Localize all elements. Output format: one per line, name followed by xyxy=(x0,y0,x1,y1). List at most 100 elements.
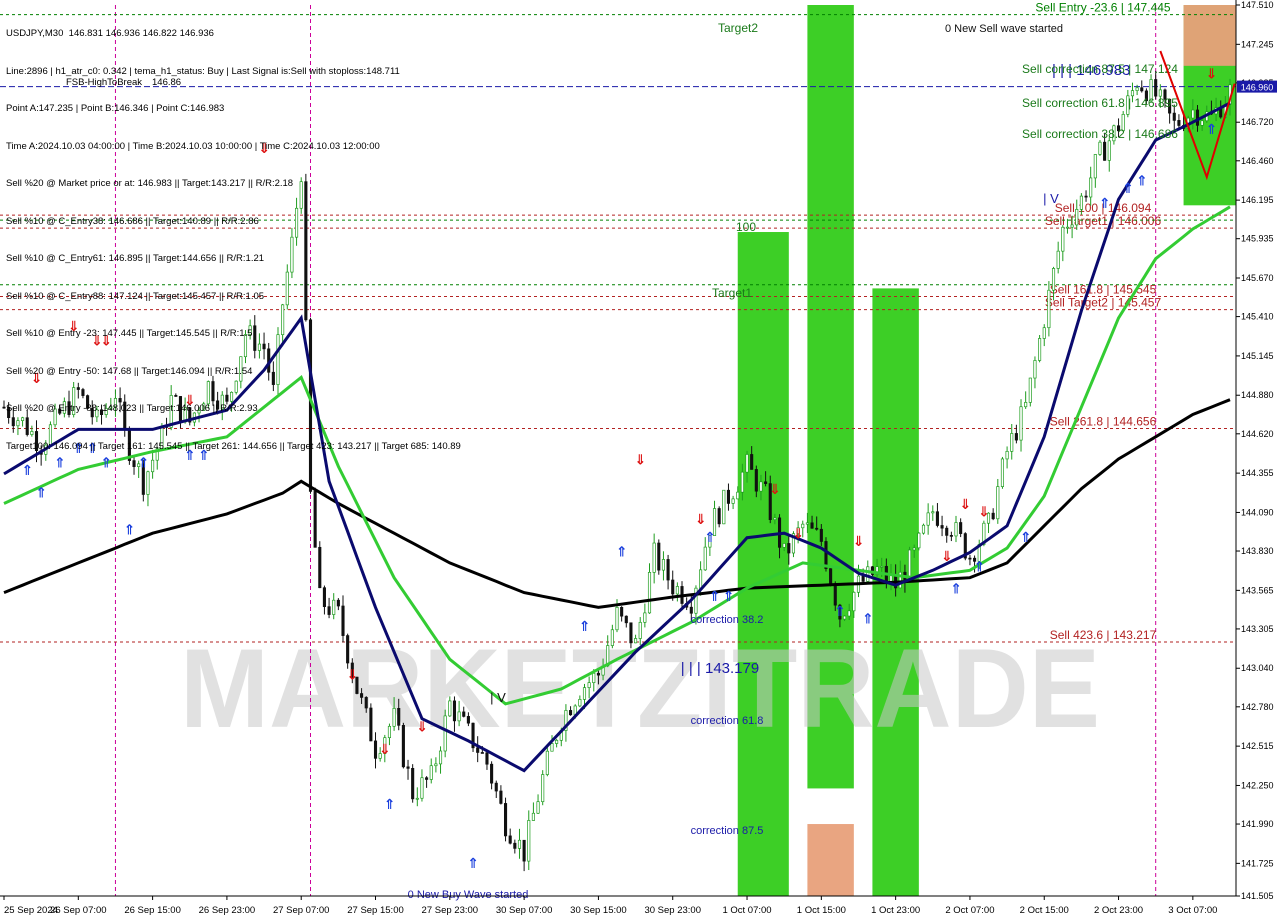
candle-body xyxy=(661,559,665,571)
candle-body xyxy=(675,586,679,595)
price-tick-label: 145.410 xyxy=(1241,312,1274,322)
time-tick-label: 1 Oct 07:00 xyxy=(722,905,771,916)
target2-label: Target2 xyxy=(718,21,758,35)
candle-body xyxy=(615,606,619,631)
candle-body xyxy=(638,621,642,639)
candle-body xyxy=(373,740,378,759)
candle-body xyxy=(457,711,461,722)
info-line: Line:2896 | h1_atr_c0: 0.342 | tema_h1_s… xyxy=(6,65,400,77)
time-tick-label: 27 Sep 23:00 xyxy=(422,905,479,916)
candle-body xyxy=(443,715,447,752)
price-tick-label: 141.505 xyxy=(1241,891,1274,901)
candle-body xyxy=(503,803,508,837)
low-label: | | | 143.179 xyxy=(681,660,759,677)
candle-body xyxy=(555,739,559,744)
candle-body xyxy=(434,763,438,767)
price-tick-label: 143.830 xyxy=(1241,546,1274,556)
candle-body xyxy=(1010,433,1014,452)
candle-body xyxy=(318,546,322,589)
arrow-up-icon: ⇑ xyxy=(35,485,47,501)
candle-body xyxy=(699,569,703,589)
candle-body xyxy=(527,820,531,862)
candle-body xyxy=(1103,141,1107,161)
candle-body xyxy=(736,491,740,500)
candle-body xyxy=(415,797,419,800)
candle-body xyxy=(819,528,823,542)
candle-body xyxy=(740,471,744,493)
info-line: Sell %10 @ C_Entry88: 147.124 || Target:… xyxy=(6,290,265,302)
correction-382-label: correction 38.2 xyxy=(691,614,764,626)
time-tick-label: 2 Oct 23:00 xyxy=(1094,905,1143,916)
candle-body xyxy=(397,708,401,726)
candle-body xyxy=(569,710,573,716)
candle-body xyxy=(545,750,549,775)
orange-zone xyxy=(807,824,854,896)
candle-body xyxy=(146,471,150,495)
candle-body xyxy=(745,454,749,473)
time-tick-label: 27 Sep 07:00 xyxy=(273,905,330,916)
candle-body xyxy=(429,765,433,780)
arrow-up-icon: ⇑ xyxy=(384,797,396,813)
candle-body xyxy=(1075,209,1079,226)
arrow-up-icon: ⇑ xyxy=(1206,122,1218,138)
time-tick-label: 26 Sep 23:00 xyxy=(199,905,256,916)
candle-body xyxy=(387,725,391,739)
new-sell-label: 0 New Sell wave started xyxy=(945,23,1063,35)
price-tick-label: 146.195 xyxy=(1241,195,1274,205)
candle-body xyxy=(634,638,638,644)
candle-body xyxy=(787,543,791,554)
candle-body xyxy=(917,532,921,549)
candle-body xyxy=(805,522,809,525)
price-tick-label: 147.510 xyxy=(1241,0,1274,10)
arrow-up-icon: ⇑ xyxy=(709,589,721,605)
candle-body xyxy=(392,708,396,727)
candle-body xyxy=(360,693,364,698)
price-tick-label: 145.935 xyxy=(1241,234,1274,244)
arrow-down-icon: ⇓ xyxy=(379,742,391,758)
arrow-up-icon: ⇑ xyxy=(124,522,136,538)
price-tick-label: 145.145 xyxy=(1241,351,1274,361)
candle-body xyxy=(1177,120,1181,126)
candle-body xyxy=(346,635,350,664)
candle-body xyxy=(1028,377,1032,403)
candle-body xyxy=(1061,226,1065,252)
candle-body xyxy=(810,522,814,529)
info-line: Sell %20 @ Entry -88: 148.023 || Target:… xyxy=(6,403,258,414)
arrow-up-icon: ⇑ xyxy=(1020,530,1032,546)
candle-body xyxy=(587,682,591,688)
candle-body xyxy=(931,511,935,514)
candle-body xyxy=(508,835,512,844)
current-price-text: 146.960 xyxy=(1241,83,1274,93)
candle-body xyxy=(485,752,489,765)
candle-body xyxy=(666,559,670,581)
iv-left-label: | V xyxy=(490,690,506,705)
candle-body xyxy=(1019,406,1023,441)
correction-618-label: correction 61.8 xyxy=(691,715,764,727)
candle-body xyxy=(1172,112,1176,121)
candle-body xyxy=(313,491,317,548)
arrow-down-icon: ⇓ xyxy=(634,452,646,468)
time-tick-label: 27 Sep 15:00 xyxy=(347,905,404,916)
candle-body xyxy=(425,777,429,780)
price-tick-label: 143.305 xyxy=(1241,624,1274,634)
arrow-down-icon: ⇓ xyxy=(1206,67,1218,83)
candle-body xyxy=(847,610,851,617)
candle-body xyxy=(401,724,405,768)
candle-body xyxy=(1089,177,1093,198)
candle-body xyxy=(829,568,833,585)
price-tick-label: 145.670 xyxy=(1241,273,1274,283)
sell-382-label: Sell correction 38.2 | 146.686 xyxy=(1022,127,1178,141)
candle-body xyxy=(647,572,652,614)
candle-body xyxy=(782,543,786,548)
price-tick-label: 142.515 xyxy=(1241,741,1274,751)
price-tick-label: 144.090 xyxy=(1241,507,1274,517)
candle-body xyxy=(341,605,345,636)
candle-body xyxy=(2,406,6,409)
price-tick-label: 144.620 xyxy=(1241,429,1274,439)
candle-body xyxy=(861,575,865,582)
candle-body xyxy=(1200,120,1204,126)
candle-body xyxy=(629,622,633,644)
candle-body xyxy=(722,489,726,525)
target1-label: Target1 xyxy=(712,286,752,300)
time-tick-label: 2 Oct 15:00 xyxy=(1020,905,1069,916)
